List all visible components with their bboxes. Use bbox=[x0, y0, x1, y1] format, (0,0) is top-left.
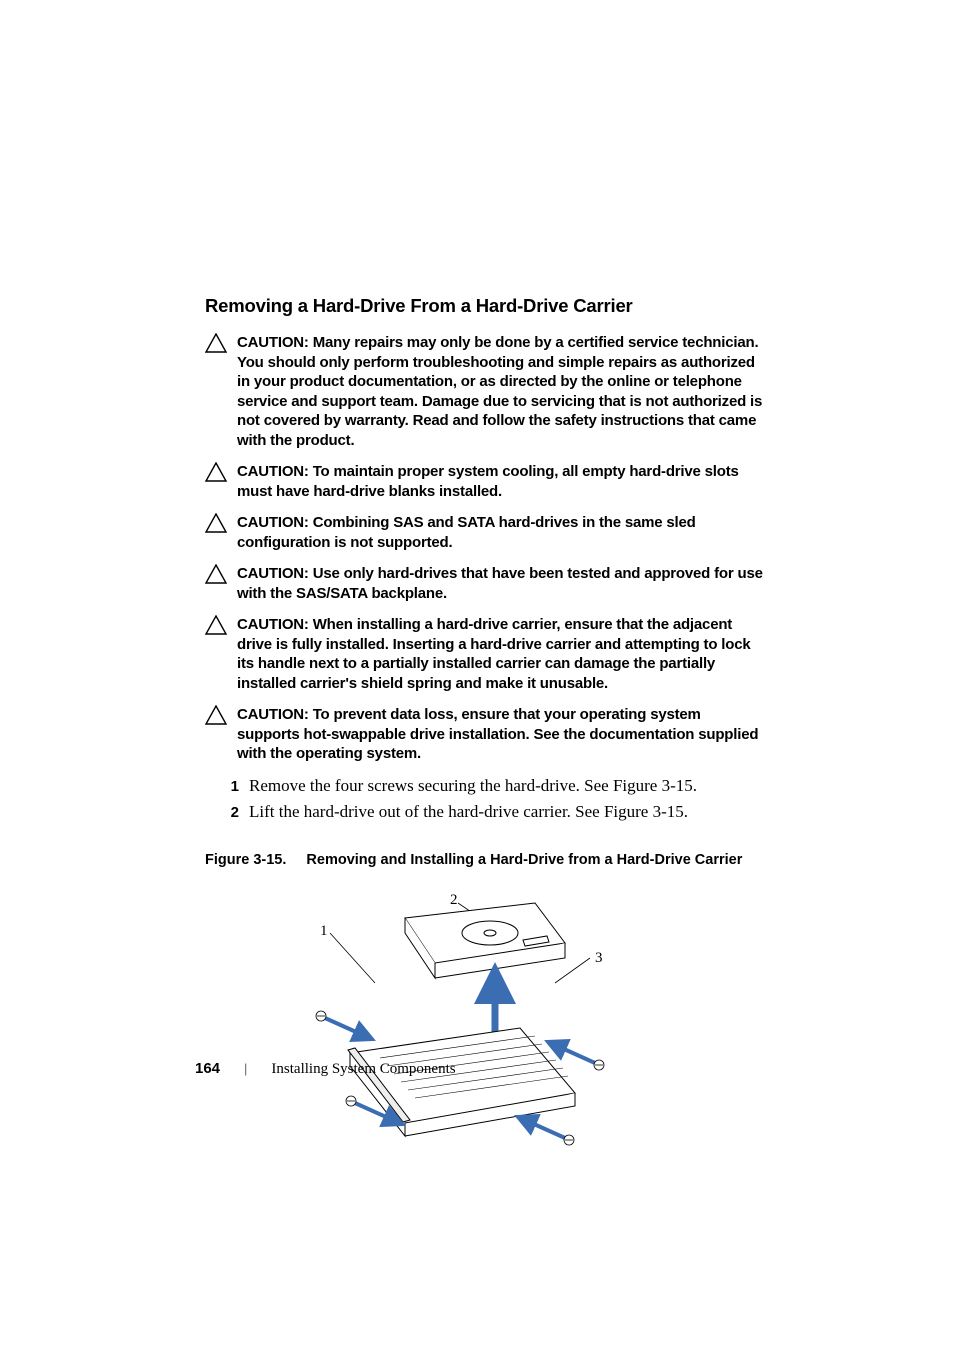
caution-body: Many repairs may only be done by a certi… bbox=[237, 334, 762, 449]
step-text: Lift the hard-drive out of the hard-driv… bbox=[249, 802, 688, 822]
page-footer: 164 | Installing System Components bbox=[195, 1060, 456, 1078]
steps-list: 1 Remove the four screws securing the ha… bbox=[205, 776, 765, 822]
footer-section-name: Installing System Components bbox=[271, 1061, 455, 1078]
caution-body: To prevent data loss, ensure that your o… bbox=[237, 706, 758, 762]
step-number: 2 bbox=[205, 804, 249, 821]
caution-text: CAUTION: Use only hard-drives that have … bbox=[237, 564, 765, 603]
caution-label: CAUTION: bbox=[237, 706, 309, 723]
caution-label: CAUTION: bbox=[237, 565, 309, 582]
caution-block: CAUTION: Use only hard-drives that have … bbox=[205, 564, 765, 603]
section-heading: Removing a Hard-Drive From a Hard-Drive … bbox=[205, 295, 765, 317]
caution-triangle-icon bbox=[205, 462, 227, 482]
caution-body: To maintain proper system cooling, all e… bbox=[237, 463, 739, 500]
caution-body: When installing a hard-drive carrier, en… bbox=[237, 616, 751, 692]
content-column: Removing a Hard-Drive From a Hard-Drive … bbox=[205, 295, 765, 1148]
caution-triangle-icon bbox=[205, 333, 227, 353]
figure-title: Removing and Installing a Hard-Drive fro… bbox=[306, 852, 742, 868]
callout-2: 2 bbox=[450, 892, 458, 909]
step-item: 2 Lift the hard-drive out of the hard-dr… bbox=[205, 802, 765, 822]
caution-block: CAUTION: Many repairs may only be done b… bbox=[205, 333, 765, 450]
caution-label: CAUTION: bbox=[237, 334, 309, 351]
page-number: 164 bbox=[195, 1060, 220, 1077]
caution-block: CAUTION: To prevent data loss, ensure th… bbox=[205, 705, 765, 764]
figure-exploded-view: 1 2 3 bbox=[205, 888, 765, 1148]
caution-triangle-icon bbox=[205, 705, 227, 725]
caution-body: Use only hard-drives that have been test… bbox=[237, 565, 763, 602]
callout-3: 3 bbox=[595, 950, 603, 967]
page: Removing a Hard-Drive From a Hard-Drive … bbox=[0, 0, 954, 1350]
hard-drive-carrier-illustration bbox=[205, 888, 765, 1148]
caution-label: CAUTION: bbox=[237, 616, 309, 633]
step-text: Remove the four screws securing the hard… bbox=[249, 776, 697, 796]
callout-1: 1 bbox=[320, 923, 328, 940]
figure-caption: Figure 3-15. Removing and Installing a H… bbox=[205, 852, 765, 868]
caution-block: CAUTION: To maintain proper system cooli… bbox=[205, 462, 765, 501]
figure-label: Figure 3-15. bbox=[205, 852, 286, 868]
footer-separator: | bbox=[244, 1061, 247, 1076]
caution-triangle-icon bbox=[205, 564, 227, 584]
caution-text: CAUTION: When installing a hard-drive ca… bbox=[237, 615, 765, 693]
caution-block: CAUTION: When installing a hard-drive ca… bbox=[205, 615, 765, 693]
caution-text: CAUTION: Combining SAS and SATA hard-dri… bbox=[237, 513, 765, 552]
caution-label: CAUTION: bbox=[237, 463, 309, 480]
step-number: 1 bbox=[205, 778, 249, 795]
step-item: 1 Remove the four screws securing the ha… bbox=[205, 776, 765, 796]
caution-label: CAUTION: bbox=[237, 514, 309, 531]
caution-text: CAUTION: To prevent data loss, ensure th… bbox=[237, 705, 765, 764]
caution-block: CAUTION: Combining SAS and SATA hard-dri… bbox=[205, 513, 765, 552]
caution-text: CAUTION: To maintain proper system cooli… bbox=[237, 462, 765, 501]
caution-text: CAUTION: Many repairs may only be done b… bbox=[237, 333, 765, 450]
caution-triangle-icon bbox=[205, 615, 227, 635]
caution-triangle-icon bbox=[205, 513, 227, 533]
